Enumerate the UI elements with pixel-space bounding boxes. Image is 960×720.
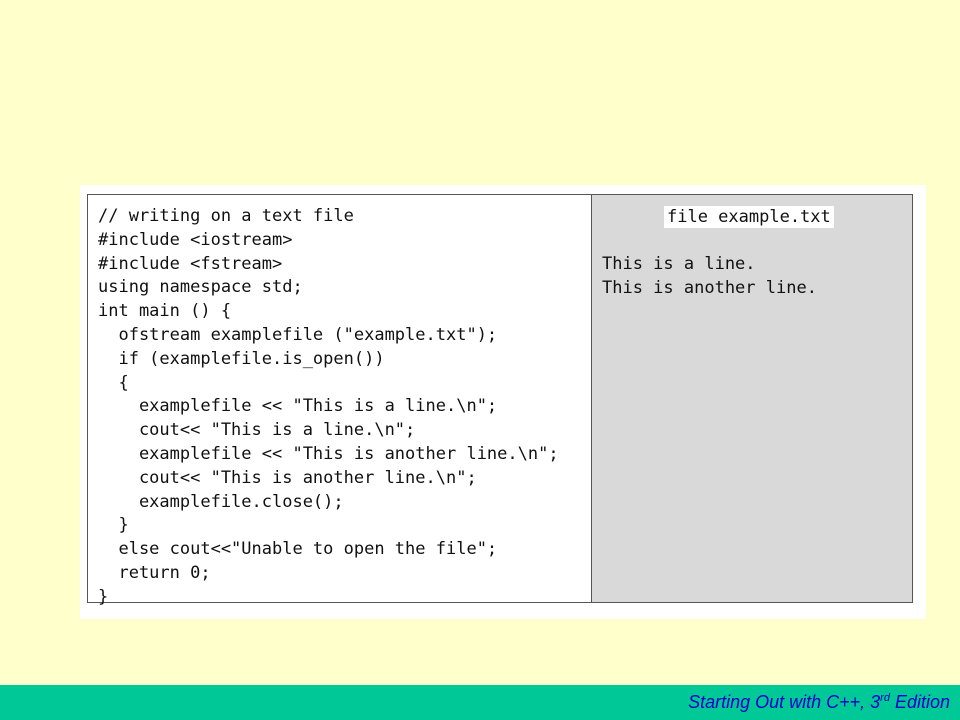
code-line: #include <iostream> <box>98 229 293 250</box>
footer-title-superscript: rd <box>880 692 890 704</box>
code-line: { <box>98 372 129 393</box>
code-line: examplefile << "This is another line.\n"… <box>98 443 559 464</box>
code-line: ofstream examplefile ("example.txt"); <box>98 324 498 345</box>
code-line: else cout<<"Unable to open the file"; <box>98 539 498 560</box>
code-line: examplefile << "This is a line.\n"; <box>98 396 498 417</box>
code-line: // writing on a text file <box>98 206 354 226</box>
footer-book-title: Starting Out with C++, 3rd Edition <box>688 692 950 713</box>
footer-title-prefix: Starting Out with C++, 3 <box>688 692 881 712</box>
footer-bar: Starting Out with C++, 3rd Edition <box>0 685 960 720</box>
code-line: cout<< "This is a line.\n"; <box>98 420 416 441</box>
code-table: // writing on a text file #include <iost… <box>87 194 913 607</box>
footer-title-suffix: Edition <box>889 692 950 712</box>
code-line: #include <fstream> <box>98 253 283 274</box>
output-file-contents: This is a line. This is another line. <box>602 253 817 301</box>
file-output-panel: file example.txt This is a line. This is… <box>592 195 912 602</box>
code-figure: // writing on a text file #include <iost… <box>80 185 926 619</box>
code-line: int main () { <box>98 301 232 322</box>
code-line: cout<< "This is another line.\n"; <box>98 467 477 488</box>
source-code-panel: // writing on a text file #include <iost… <box>88 195 592 607</box>
code-line: using namespace std; <box>98 277 303 298</box>
output-file-title: file example.txt <box>664 206 834 228</box>
code-line: } <box>98 515 129 536</box>
code-line: examplefile.close(); <box>98 491 344 512</box>
code-line: if (examplefile.is_open()) <box>98 348 385 369</box>
code-line: } <box>98 586 109 607</box>
output-line: This is a line. <box>602 254 756 274</box>
output-line: This is another line. <box>602 277 817 298</box>
code-line: return 0; <box>98 562 211 583</box>
